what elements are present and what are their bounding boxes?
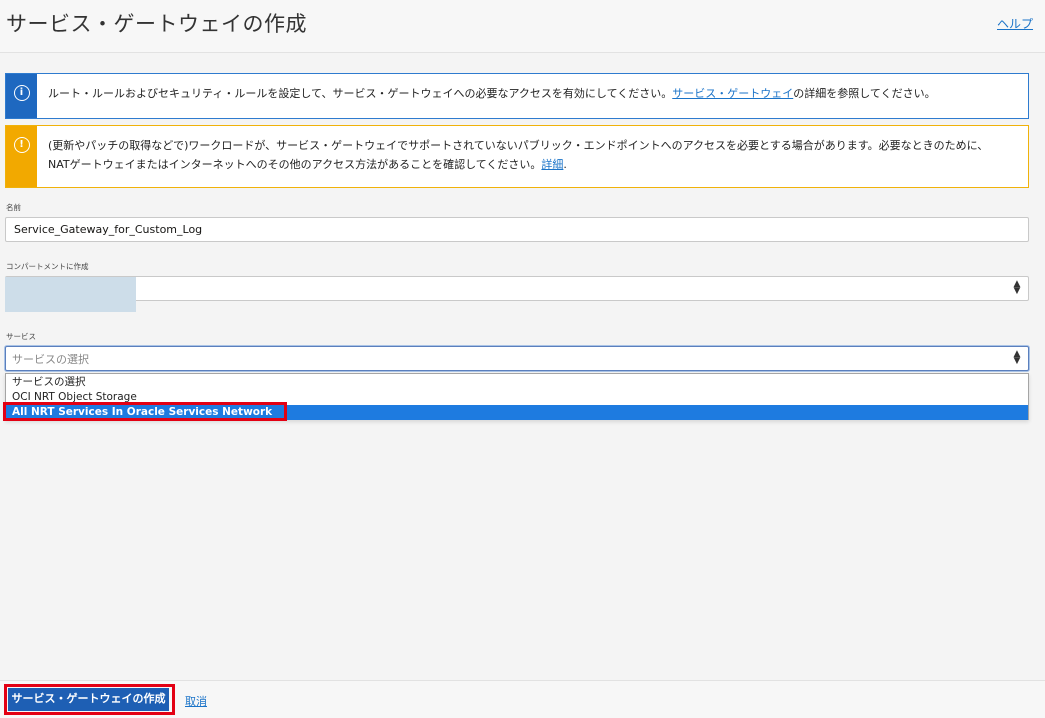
- service-select[interactable]: サービスの選択 ▲ ▼: [5, 346, 1029, 371]
- service-gateway-details-link[interactable]: サービス・ゲートウェイ: [672, 87, 793, 100]
- page-header: サービス・ゲートウェイの作成 ヘルプ: [0, 0, 1045, 53]
- warning-alert-text-after: .: [563, 158, 567, 171]
- warning-alert: ! (更新やパッチの取得などで)ワークロードが、サービス・ゲートウェイでサポート…: [5, 125, 1029, 188]
- info-icon: i: [13, 85, 30, 101]
- help-link[interactable]: ヘルプ: [997, 15, 1033, 32]
- name-label: 名前: [6, 203, 21, 212]
- info-alert-strip: i: [6, 74, 37, 118]
- redacted-compartment-path: [5, 297, 136, 312]
- page-title: サービス・ゲートウェイの作成: [6, 12, 307, 36]
- service-select-value: サービスの選択: [12, 353, 89, 366]
- warning-icon: !: [13, 137, 30, 153]
- compartment-select[interactable]: ▲ ▼: [5, 276, 1029, 301]
- redacted-compartment: [5, 277, 136, 297]
- info-alert-message: ルート・ルールおよびセキュリティ・ルールを設定して、サービス・ゲートウェイへの必…: [37, 74, 948, 118]
- cancel-link[interactable]: 取消: [185, 693, 207, 709]
- details-link[interactable]: 詳細: [541, 158, 563, 171]
- service-label: サービス: [6, 332, 36, 341]
- warning-alert-message: (更新やパッチの取得などで)ワークロードが、サービス・ゲートウェイでサポートされ…: [37, 126, 1020, 187]
- info-alert-text: ルート・ルールおよびセキュリティ・ルールを設定して、サービス・ゲートウェイへの必…: [48, 87, 673, 100]
- select-updown-icon: ▲ ▼: [1013, 279, 1021, 296]
- service-option-placeholder[interactable]: サービスの選択: [6, 375, 1028, 390]
- info-alert-text-after: の詳細を参照してください。: [793, 87, 936, 100]
- highlight-box-create-button: [4, 684, 175, 715]
- info-alert: i ルート・ルールおよびセキュリティ・ルールを設定して、サービス・ゲートウェイへ…: [5, 73, 1029, 119]
- warning-alert-strip: !: [6, 126, 37, 187]
- compartment-label: コンパートメントに作成: [6, 262, 89, 271]
- warning-alert-text: (更新やパッチの取得などで)ワークロードが、サービス・ゲートウェイでサポートされ…: [48, 139, 989, 171]
- select-updown-icon: ▲ ▼: [1013, 349, 1021, 366]
- name-input[interactable]: Service_Gateway_for_Custom_Log: [5, 217, 1029, 242]
- highlight-box-service-option: [3, 402, 287, 421]
